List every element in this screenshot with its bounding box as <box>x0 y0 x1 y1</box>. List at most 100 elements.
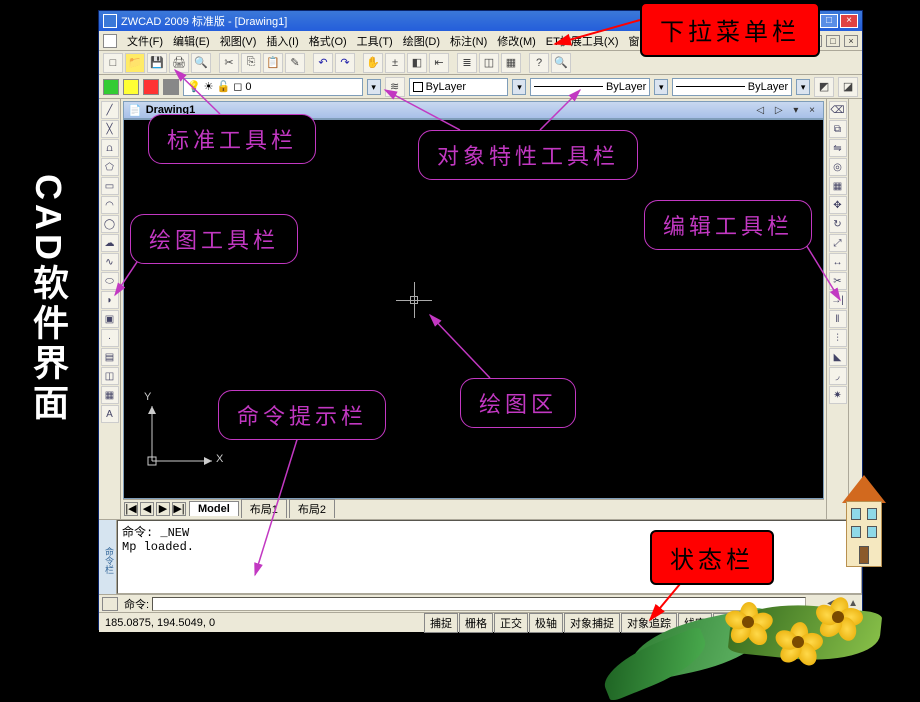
menu-ettools[interactable]: ET扩展工具(X) <box>542 31 623 51</box>
explode-icon[interactable]: ✷ <box>829 386 847 404</box>
paste-icon[interactable]: 📋 <box>263 53 283 73</box>
lineweight-dd-icon[interactable]: ▾ <box>796 79 810 95</box>
rect-icon[interactable]: ▭ <box>101 177 119 195</box>
menu-draw[interactable]: 绘图(D) <box>399 31 444 51</box>
linetype-dropdown[interactable]: ByLayer <box>530 78 650 96</box>
layer-color-1[interactable] <box>103 79 119 95</box>
command-side-label: 命令栏 <box>99 520 117 594</box>
modify-toolbar: ⌫ ⧉ ⇋ ◎ ▦ ✥ ↻ ⤢ ↔ ✂ →| ‖ ⫶ ◣ ◞ ✷ <box>826 99 848 519</box>
save-icon[interactable]: 💾 <box>147 53 167 73</box>
prop-extra-1-icon[interactable]: ◩ <box>814 77 834 97</box>
tab-prev-button[interactable]: ◀ <box>140 502 154 516</box>
mirror-icon[interactable]: ⇋ <box>829 139 847 157</box>
cmd-lock-icon[interactable] <box>102 597 118 611</box>
prop-extra-2-icon[interactable]: ◪ <box>838 77 858 97</box>
layer-color-2[interactable] <box>123 79 139 95</box>
scale-icon[interactable]: ⤢ <box>829 234 847 252</box>
menu-modify[interactable]: 修改(M) <box>493 31 540 51</box>
chamfer-icon[interactable]: ◣ <box>829 348 847 366</box>
tab-first-button[interactable]: |◀ <box>124 502 138 516</box>
new-icon[interactable]: □ <box>103 53 123 73</box>
status-ortho[interactable]: 正交 <box>494 613 528 633</box>
design-center-icon[interactable]: ◫ <box>479 53 499 73</box>
menu-tools[interactable]: 工具(T) <box>353 31 397 51</box>
undo-icon[interactable]: ↶ <box>313 53 333 73</box>
tab-next-button[interactable]: ▶ <box>156 502 170 516</box>
open-icon[interactable]: 📁 <box>125 53 145 73</box>
tool-palette-icon[interactable]: ▦ <box>501 53 521 73</box>
line-icon[interactable]: ╱ <box>101 101 119 119</box>
menu-file[interactable]: 文件(F) <box>123 31 167 51</box>
revcloud-icon[interactable]: ☁ <box>101 234 119 252</box>
erase-icon[interactable]: ⌫ <box>829 101 847 119</box>
redo-icon[interactable]: ↷ <box>335 53 355 73</box>
callout-prop: 对象特性工具栏 <box>418 130 638 180</box>
doc-close-button[interactable]: × <box>844 35 858 47</box>
move-icon[interactable]: ✥ <box>829 196 847 214</box>
circle-icon[interactable]: ◯ <box>101 215 119 233</box>
mtext-icon[interactable]: A <box>101 405 119 423</box>
zoom-rt-icon[interactable]: ± <box>385 53 405 73</box>
pline-icon[interactable]: ⩍ <box>101 139 119 157</box>
menu-format[interactable]: 格式(O) <box>305 31 351 51</box>
status-snap[interactable]: 捕捉 <box>424 613 458 633</box>
menu-view[interactable]: 视图(V) <box>216 31 261 51</box>
preview-icon[interactable]: 🔍 <box>191 53 211 73</box>
zoom-win-icon[interactable]: ◧ <box>407 53 427 73</box>
color-dd-icon[interactable]: ▾ <box>512 79 526 95</box>
rotate-icon[interactable]: ↻ <box>829 215 847 233</box>
zoom-icon[interactable]: 🔍 <box>551 53 571 73</box>
array-icon[interactable]: ▦ <box>829 177 847 195</box>
ellipse-icon[interactable]: ⬭ <box>101 272 119 290</box>
break-icon[interactable]: ‖ <box>829 310 847 328</box>
join-icon[interactable]: ⫶ <box>829 329 847 347</box>
maximize-button[interactable]: □ <box>820 14 838 28</box>
arc-icon[interactable]: ◠ <box>101 196 119 214</box>
linetype-dd-icon[interactable]: ▾ <box>654 79 668 95</box>
properties-icon[interactable]: ≣ <box>457 53 477 73</box>
tab-layout1[interactable]: 布局1 <box>241 499 287 518</box>
status-polar[interactable]: 极轴 <box>529 613 563 633</box>
copy-obj-icon[interactable]: ⧉ <box>829 120 847 138</box>
layer-dd-icon[interactable]: ▾ <box>367 79 381 95</box>
callout-edit: 编辑工具栏 <box>644 200 812 250</box>
layer-color-3[interactable] <box>143 79 159 95</box>
tab-last-button[interactable]: ▶| <box>172 502 186 516</box>
pan-icon[interactable]: ✋ <box>363 53 383 73</box>
xline-icon[interactable]: ╳ <box>101 120 119 138</box>
menu-dimension[interactable]: 标注(N) <box>446 31 491 51</box>
status-grid[interactable]: 栅格 <box>459 613 493 633</box>
block-icon[interactable]: ▣ <box>101 310 119 328</box>
color-dropdown[interactable]: ByLayer <box>409 78 509 96</box>
extend-icon[interactable]: →| <box>829 291 847 309</box>
polygon-icon[interactable]: ⬠ <box>101 158 119 176</box>
doc-nav[interactable]: ◁ ▷ ▾ × <box>756 105 819 116</box>
close-button[interactable]: × <box>840 14 858 28</box>
tab-model[interactable]: Model <box>189 501 239 516</box>
hatch-icon[interactable]: ▤ <box>101 348 119 366</box>
layer-color-4[interactable] <box>163 79 179 95</box>
help-icon[interactable]: ? <box>529 53 549 73</box>
print-icon[interactable]: 🖨 <box>169 53 189 73</box>
lineweight-dropdown[interactable]: ByLayer <box>672 78 792 96</box>
menu-insert[interactable]: 插入(I) <box>262 31 302 51</box>
layer-dropdown[interactable]: 💡☀🔓◻ 0 <box>183 78 363 96</box>
zoom-prev-icon[interactable]: ⇤ <box>429 53 449 73</box>
point-icon[interactable]: · <box>101 329 119 347</box>
copy-icon[interactable]: ⎘ <box>241 53 261 73</box>
vertical-scrollbar[interactable] <box>848 99 862 519</box>
offset-icon[interactable]: ◎ <box>829 158 847 176</box>
tab-layout2[interactable]: 布局2 <box>289 499 335 518</box>
spline-icon[interactable]: ∿ <box>101 253 119 271</box>
fillet-icon[interactable]: ◞ <box>829 367 847 385</box>
cut-icon[interactable]: ✂ <box>219 53 239 73</box>
match-icon[interactable]: ✎ <box>285 53 305 73</box>
layer-tool-icon[interactable]: ≋ <box>385 77 405 97</box>
ellipsearc-icon[interactable]: ◗ <box>101 291 119 309</box>
trim-icon[interactable]: ✂ <box>829 272 847 290</box>
region-icon[interactable]: ◫ <box>101 367 119 385</box>
stretch-icon[interactable]: ↔ <box>829 253 847 271</box>
menu-edit[interactable]: 编辑(E) <box>169 31 214 51</box>
doc-maximize-button[interactable]: □ <box>826 35 840 47</box>
table-icon[interactable]: ▦ <box>101 386 119 404</box>
